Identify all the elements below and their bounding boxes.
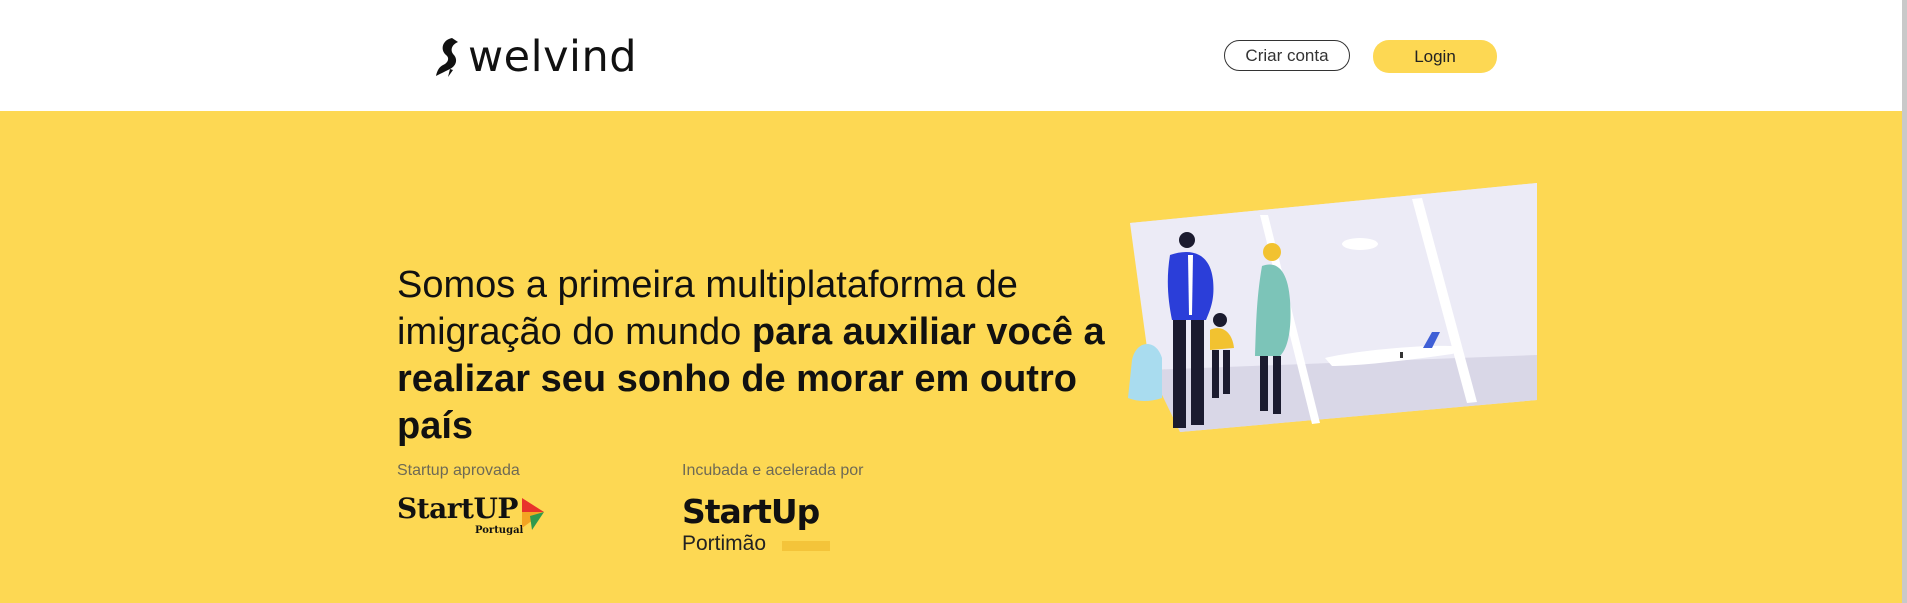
- startup-portimao-wordmark: StartUp: [682, 492, 820, 531]
- badge-approved-label: Startup aprovada: [397, 462, 520, 479]
- login-button[interactable]: Login: [1373, 40, 1497, 73]
- bag-icon: [1128, 343, 1162, 401]
- bird-silhouette-icon: [436, 38, 458, 77]
- scrollbar-thumb[interactable]: [1902, 0, 1907, 603]
- startup-portimao-logo: StartUp Portimão: [682, 492, 852, 562]
- page-scrollbar[interactable]: [1902, 0, 1907, 603]
- brand-name: welvind: [468, 31, 638, 82]
- startup-portugal-subtext: Portugal: [475, 525, 524, 536]
- startup-portugal-wordmark: StartUP: [397, 492, 518, 525]
- startup-portimao-subtext: Portimão: [682, 532, 767, 555]
- startup-portimao-bar: [782, 541, 830, 551]
- startup-portugal-logo: StartUP Portugal: [397, 492, 557, 542]
- create-account-button[interactable]: Criar conta: [1224, 40, 1350, 71]
- badge-incubated-label: Incubada e acelerada por: [682, 462, 864, 479]
- family-airport-illustration: [1128, 183, 1537, 432]
- cloud-icon: [1342, 238, 1378, 250]
- brand-logo[interactable]: welvind: [434, 34, 637, 80]
- top-header: welvind Criar conta Login: [0, 0, 1907, 111]
- startup-portugal-arrow-icon: [522, 498, 544, 530]
- hero-headline: Somos a primeira multiplataforma de imig…: [397, 262, 1137, 450]
